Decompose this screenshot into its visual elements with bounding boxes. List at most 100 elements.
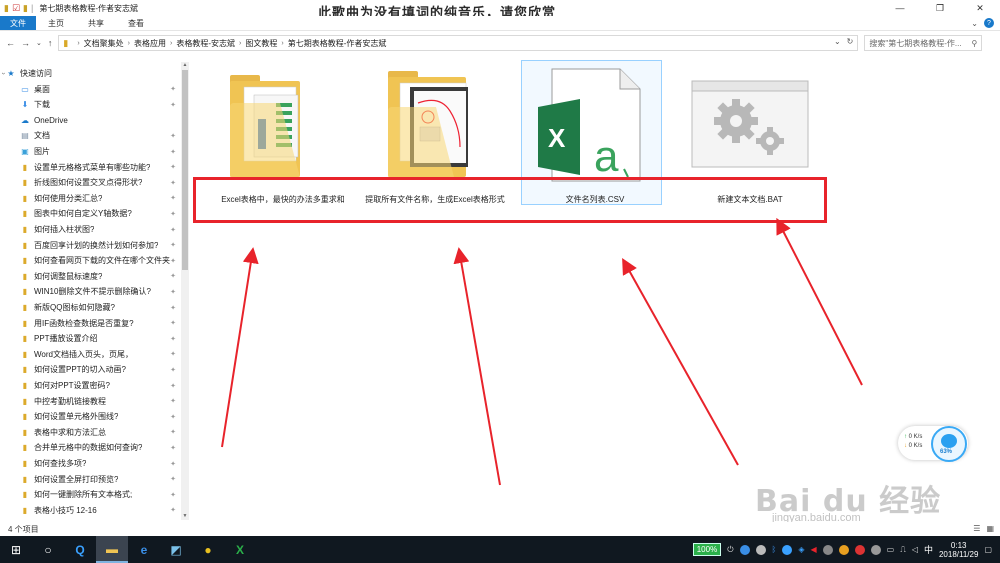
pin-icon[interactable]: ✦ [170, 506, 176, 514]
pin-icon[interactable]: ✦ [170, 460, 176, 468]
folder-icon[interactable]: ▮ [4, 3, 9, 14]
pin-icon[interactable]: ✦ [170, 288, 176, 296]
shield-icon[interactable]: ◈ [798, 545, 804, 554]
sidebar-item[interactable]: ▮ Word文档插入页头，页尾， ✦ [0, 347, 180, 362]
breadcrumb-item[interactable]: 表格教程-安志斌 [176, 38, 235, 49]
battery-indicator[interactable]: 100% [692, 543, 722, 556]
close-button[interactable]: ✕ [960, 0, 1000, 16]
sidebar-item[interactable]: ▮ 表格中求和方法汇总 ✦ [0, 425, 180, 440]
pin-icon[interactable]: ✦ [170, 444, 176, 452]
sidebar-item[interactable]: ▮ 图表中如何自定义Y轴数据? ✦ [0, 206, 180, 221]
pin-icon[interactable]: ✦ [170, 491, 176, 499]
pin-icon[interactable]: ✦ [170, 101, 176, 109]
tray-app-icon[interactable] [838, 544, 849, 555]
large-icons-view-icon[interactable]: ▦ [986, 524, 994, 533]
network-icon[interactable]: ⎍ [900, 545, 906, 555]
media-player-icon[interactable]: ● [192, 536, 224, 563]
pin-icon[interactable]: ✦ [170, 210, 176, 218]
pin-icon[interactable]: ✦ [170, 428, 176, 436]
browser-q-icon[interactable]: Q [64, 536, 96, 563]
sidebar-item-quick-access[interactable]: › ★ 快速访问 [0, 66, 180, 81]
plug-icon[interactable]: ⏻ [727, 545, 733, 555]
file-item[interactable] [690, 77, 810, 173]
search-circle-icon[interactable]: ○ [32, 536, 64, 563]
tab-view[interactable]: 查看 [116, 16, 156, 30]
breadcrumb-item[interactable]: 第七期表格教程-作者安志斌 [288, 38, 387, 49]
bluetooth-icon[interactable]: ᛒ [772, 545, 777, 554]
sidebar-item[interactable]: ▮ 如何设置全屏打印预览? ✦ [0, 472, 180, 487]
up-arrow-icon[interactable]: ↑ [48, 38, 53, 48]
app-icon[interactable]: ◩ [160, 536, 192, 563]
new-folder-icon[interactable]: ▮ [23, 3, 28, 14]
pin-icon[interactable]: ✦ [170, 257, 176, 265]
forward-arrow-icon[interactable]: → [21, 38, 30, 48]
pin-icon[interactable]: ✦ [170, 319, 176, 327]
sidebar-item[interactable]: ▮ 百度回享计划的换然计划如何参加? ✦ [0, 238, 180, 253]
pin-icon[interactable]: ✦ [170, 132, 176, 140]
sidebar-item[interactable]: ▮ 折线图如何设置交叉点得形状? ✦ [0, 175, 180, 190]
pin-icon[interactable]: ✦ [170, 179, 176, 187]
sidebar-item[interactable]: ▮ WIN10删除文件不提示删除确认? ✦ [0, 284, 180, 299]
checkbox-icon[interactable]: ☑ [12, 3, 20, 14]
sidebar-item[interactable]: ▮ 新版QQ图标如何隐藏? ✦ [0, 300, 180, 315]
search-icon[interactable]: ⚲ [972, 39, 978, 48]
tray-app-icon[interactable] [822, 544, 833, 555]
start-button[interactable]: ⊞ [0, 536, 32, 563]
scroll-up-icon[interactable]: ▲ [181, 62, 189, 69]
notification-icon[interactable]: ▢ [984, 545, 992, 554]
back-arrow-icon[interactable]: ← [6, 38, 15, 48]
sidebar-item[interactable]: ▣ 图片 ✦ [0, 144, 180, 159]
pin-icon[interactable]: ✦ [170, 335, 176, 343]
search-input[interactable]: 搜索"第七期表格教程-作... ⚲ [864, 35, 983, 51]
help-icon[interactable]: ? [984, 18, 994, 28]
clock[interactable]: 0:13 2018/11/29 [939, 541, 978, 559]
tab-file[interactable]: 文件 [0, 16, 36, 30]
pin-icon[interactable]: ✦ [170, 397, 176, 405]
sidebar-item[interactable]: ▤ 文档 ✦ [0, 128, 180, 143]
scrollbar-thumb[interactable] [182, 70, 188, 270]
input-language[interactable]: 中 [924, 543, 933, 556]
sidebar-item[interactable]: ▮ 如何对PPT设置密码? ✦ [0, 378, 180, 393]
pin-icon[interactable]: ✦ [170, 194, 176, 202]
speed-ball[interactable]: 63% [931, 426, 967, 462]
edge-icon[interactable]: e [128, 536, 160, 563]
breadcrumb-item[interactable]: 文档聚集处 [84, 38, 124, 49]
pin-icon[interactable]: ✦ [170, 163, 176, 171]
pin-icon[interactable]: ✦ [170, 85, 176, 93]
maximize-button[interactable]: ❐ [920, 0, 960, 16]
sidebar-item[interactable]: ▮ 合并单元格中的数据如何查询? ✦ [0, 440, 180, 455]
sidebar-item[interactable]: ▭ 桌面 ✦ [0, 82, 180, 97]
breadcrumb-item[interactable]: 表格应用 [134, 38, 166, 49]
network-speed-widget[interactable]: ↑ 0 K/s ↓ 0 K/s 63% [898, 426, 968, 462]
sidebar-item[interactable]: ▮ 如何查找多项? ✦ [0, 456, 180, 471]
pin-icon[interactable]: ✦ [170, 226, 176, 234]
pin-icon[interactable]: ✦ [170, 241, 176, 249]
tray-app-icon[interactable] [870, 544, 881, 555]
sidebar-item[interactable]: ▮ 用IF函数检查数据是否重复? ✦ [0, 316, 180, 331]
pin-icon[interactable]: ✦ [170, 350, 176, 358]
tray-app-icon[interactable] [755, 544, 766, 555]
pin-icon[interactable]: ✦ [170, 366, 176, 374]
address-bar[interactable]: ▮ › 文档聚集处 › 表格应用 › 表格教程-安志斌 › 图文教程 › 第七期… [58, 35, 859, 51]
battery-icon[interactable]: ▭ [887, 545, 895, 554]
minimize-button[interactable]: — [880, 0, 920, 16]
tray-app-icon[interactable] [739, 544, 750, 555]
sidebar-item[interactable]: ▮ 如何设置PPT的切入动画? ✦ [0, 362, 180, 377]
file-explorer-icon[interactable]: ▬ [96, 536, 128, 563]
pin-icon[interactable]: ✦ [170, 304, 176, 312]
pin-icon[interactable]: ✦ [170, 475, 176, 483]
sidebar-item[interactable]: ▮ 如何调整鼠标速度? ✦ [0, 269, 180, 284]
excel-icon[interactable]: X [224, 536, 256, 563]
sidebar-item[interactable]: ▮ 如何使用分类汇总? ✦ [0, 191, 180, 206]
tray-app-icon[interactable] [854, 544, 865, 555]
sidebar-item[interactable]: ▮ 表格小技巧 12-16 ✦ [0, 503, 180, 518]
scroll-down-icon[interactable]: ▼ [181, 513, 189, 520]
recent-chevron-icon[interactable]: ⌄ [36, 39, 42, 47]
tray-app-icon[interactable] [782, 544, 793, 555]
sidebar-item[interactable]: ▮ PPT播放设置介绍 ✦ [0, 331, 180, 346]
tab-share[interactable]: 共享 [76, 16, 116, 30]
sidebar-item[interactable]: ▮ 如何一键删除所有文本格式; ✦ [0, 487, 180, 502]
speaker-icon[interactable]: ◀ [810, 545, 816, 554]
chevron-down-icon[interactable]: ⌄ [971, 19, 978, 28]
sidebar-item[interactable]: ☁ OneDrive [0, 113, 180, 128]
